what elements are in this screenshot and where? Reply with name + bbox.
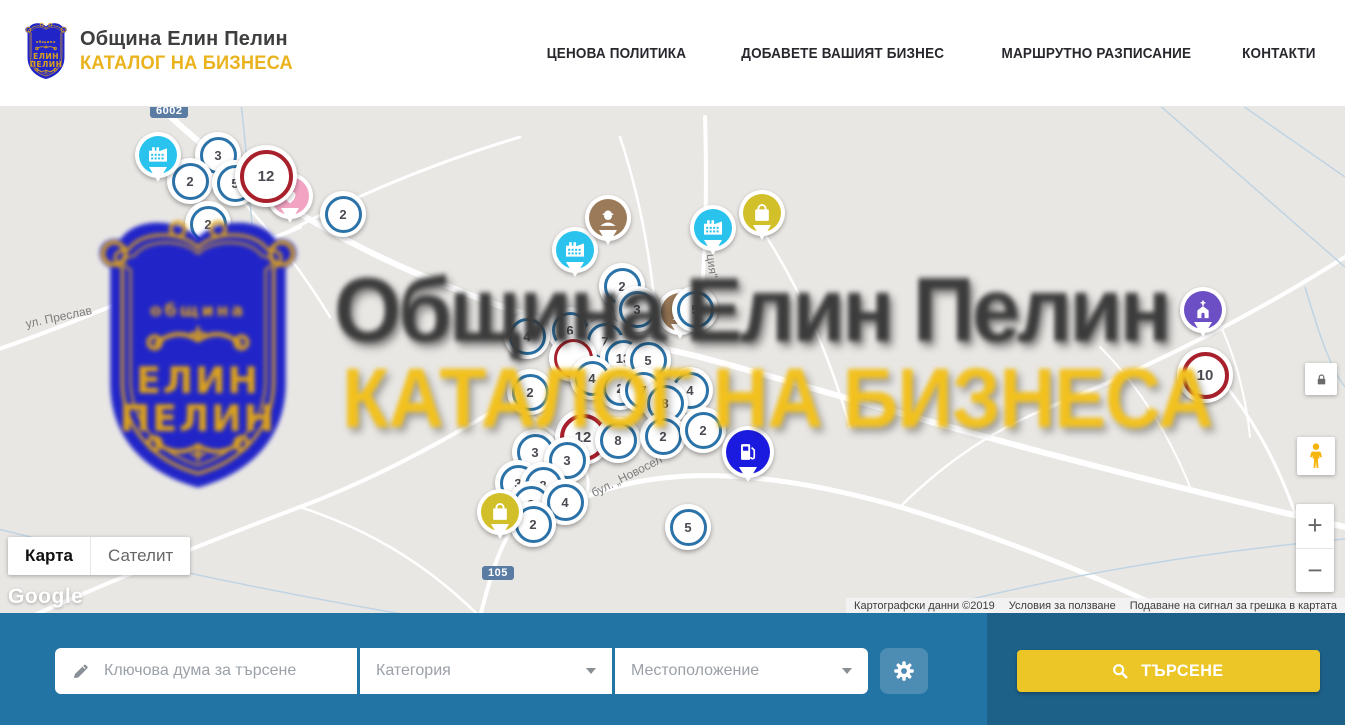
search-button-label: ТЪРСЕНЕ bbox=[1141, 661, 1223, 681]
google-logo[interactable]: Google bbox=[8, 585, 83, 609]
chevron-down-icon bbox=[842, 668, 852, 679]
map-pin-marker[interactable] bbox=[722, 426, 774, 478]
cluster-count: 12 bbox=[240, 150, 293, 203]
cluster-count: 2 bbox=[645, 418, 682, 455]
map-cluster-marker[interactable]: 2 bbox=[185, 201, 231, 247]
header: Община Елин Пелин КАТАЛОГ НА БИЗНЕСА ЦЕН… bbox=[0, 0, 1345, 107]
cluster-count: 2 bbox=[172, 163, 209, 200]
chevron-down-icon bbox=[586, 668, 596, 679]
pegman-icon bbox=[1304, 442, 1328, 470]
map-pin-marker[interactable] bbox=[690, 205, 736, 251]
attribution-link[interactable]: Подаване на сигнал за грешка в картата bbox=[1130, 600, 1337, 612]
map-pin-marker[interactable] bbox=[477, 489, 523, 535]
fuel-icon bbox=[726, 430, 770, 474]
factory-icon bbox=[694, 209, 732, 247]
attribution-text: Картографски данни ©2019 bbox=[854, 600, 995, 612]
factory-icon bbox=[139, 136, 177, 174]
pegman-control[interactable] bbox=[1297, 437, 1335, 475]
cluster-count: 10 bbox=[1182, 352, 1229, 399]
category-select[interactable]: Категория bbox=[360, 648, 612, 694]
map-cluster-marker[interactable]: 2 bbox=[640, 413, 686, 459]
site-subtitle: КАТАЛОГ НА БИЗНЕСА bbox=[80, 53, 293, 75]
map-pin-marker[interactable] bbox=[135, 132, 181, 178]
cluster-count: 4 bbox=[509, 318, 546, 355]
markers-layer: 3251222235647135422748128223338342510 bbox=[0, 107, 1345, 613]
cluster-count: 8 bbox=[600, 422, 637, 459]
shopping-bag-icon bbox=[481, 493, 519, 531]
location-select[interactable]: Местоположение bbox=[615, 648, 868, 694]
nav-item-2[interactable]: МАРШРУТНО РАЗПИСАНИЕ bbox=[1002, 45, 1192, 62]
map-cluster-marker[interactable]: 12 bbox=[235, 145, 297, 207]
church-icon bbox=[1184, 291, 1222, 329]
pencil-icon bbox=[55, 662, 104, 681]
municipality-emblem-logo bbox=[22, 20, 70, 82]
zoom-in-button[interactable]: + bbox=[1296, 504, 1334, 549]
category-select-value: Категория bbox=[360, 662, 586, 680]
factory-icon bbox=[556, 231, 594, 269]
gear-icon bbox=[891, 658, 917, 684]
nav-item-0[interactable]: ЦЕНОВА ПОЛИТИКА bbox=[547, 45, 686, 62]
advanced-settings-button[interactable] bbox=[880, 648, 928, 694]
nav-item-3[interactable]: КОНТАКТИ bbox=[1242, 45, 1316, 62]
cluster-count: 2 bbox=[190, 206, 227, 243]
map-cluster-marker[interactable]: 2 bbox=[680, 407, 726, 453]
map-pin-marker[interactable] bbox=[585, 195, 631, 241]
lock-icon bbox=[1314, 372, 1329, 387]
map-type-control: Карта Сателит bbox=[8, 537, 190, 575]
cluster-count: 5 bbox=[677, 291, 714, 328]
map-cluster-marker[interactable]: 5 bbox=[672, 286, 718, 332]
page: Община Елин Пелин КАТАЛОГ НА БИЗНЕСА ЦЕН… bbox=[0, 0, 1345, 725]
cluster-count: 3 bbox=[619, 291, 656, 328]
map-canvas[interactable]: ул. Преславбул. „Новоселция" 6002105 325… bbox=[0, 107, 1345, 613]
lock-control-button[interactable] bbox=[1305, 363, 1337, 395]
location-select-value: Местоположение bbox=[615, 662, 842, 680]
search-button[interactable]: ТЪРСЕНЕ bbox=[1017, 650, 1320, 692]
cluster-count: 2 bbox=[685, 412, 722, 449]
site-logo[interactable]: Община Елин Пелин КАТАЛОГ НА БИЗНЕСА bbox=[22, 20, 302, 82]
site-title: Община Елин Пелин bbox=[80, 28, 302, 51]
map-cluster-marker[interactable]: 10 bbox=[1177, 347, 1233, 403]
cluster-count: 2 bbox=[512, 374, 549, 411]
keyword-field bbox=[55, 648, 357, 694]
main-nav: ЦЕНОВА ПОЛИТИКА ДОБАВЕТЕ ВАШИЯТ БИЗНЕС МАР… bbox=[539, 0, 1320, 107]
worker-icon bbox=[589, 199, 627, 237]
map-type-satellite-button[interactable]: Сателит bbox=[90, 537, 190, 575]
zoom-control: + − bbox=[1296, 504, 1334, 592]
nav-item-1[interactable]: ДОБАВЕТЕ ВАШИЯТ БИЗНЕС bbox=[741, 45, 944, 62]
map-cluster-marker[interactable]: 2 bbox=[320, 191, 366, 237]
map-type-map-button[interactable]: Карта bbox=[8, 537, 90, 575]
map-cluster-marker[interactable]: 2 bbox=[507, 369, 553, 415]
map-pin-marker[interactable] bbox=[1180, 287, 1226, 333]
map-cluster-marker[interactable]: 4 bbox=[504, 313, 550, 359]
attribution-link[interactable]: Условия за ползване bbox=[1009, 600, 1116, 612]
shopping-bag-icon bbox=[743, 194, 781, 232]
map-cluster-marker[interactable]: 5 bbox=[665, 504, 711, 550]
map-attribution: Картографски данни ©2019 Условия за ползв… bbox=[846, 598, 1345, 613]
cluster-count: 5 bbox=[670, 509, 707, 546]
zoom-out-button[interactable]: − bbox=[1296, 549, 1334, 593]
cluster-count: 2 bbox=[325, 196, 362, 233]
search-icon bbox=[1111, 662, 1129, 680]
map-pin-marker[interactable] bbox=[739, 190, 785, 236]
search-bar: ТЪРСЕНЕ Категория Местоположение bbox=[0, 613, 1345, 725]
search-bar-right-panel: ТЪРСЕНЕ bbox=[987, 613, 1345, 725]
keyword-search-input[interactable] bbox=[104, 662, 357, 680]
map-cluster-marker[interactable]: 8 bbox=[595, 417, 641, 463]
